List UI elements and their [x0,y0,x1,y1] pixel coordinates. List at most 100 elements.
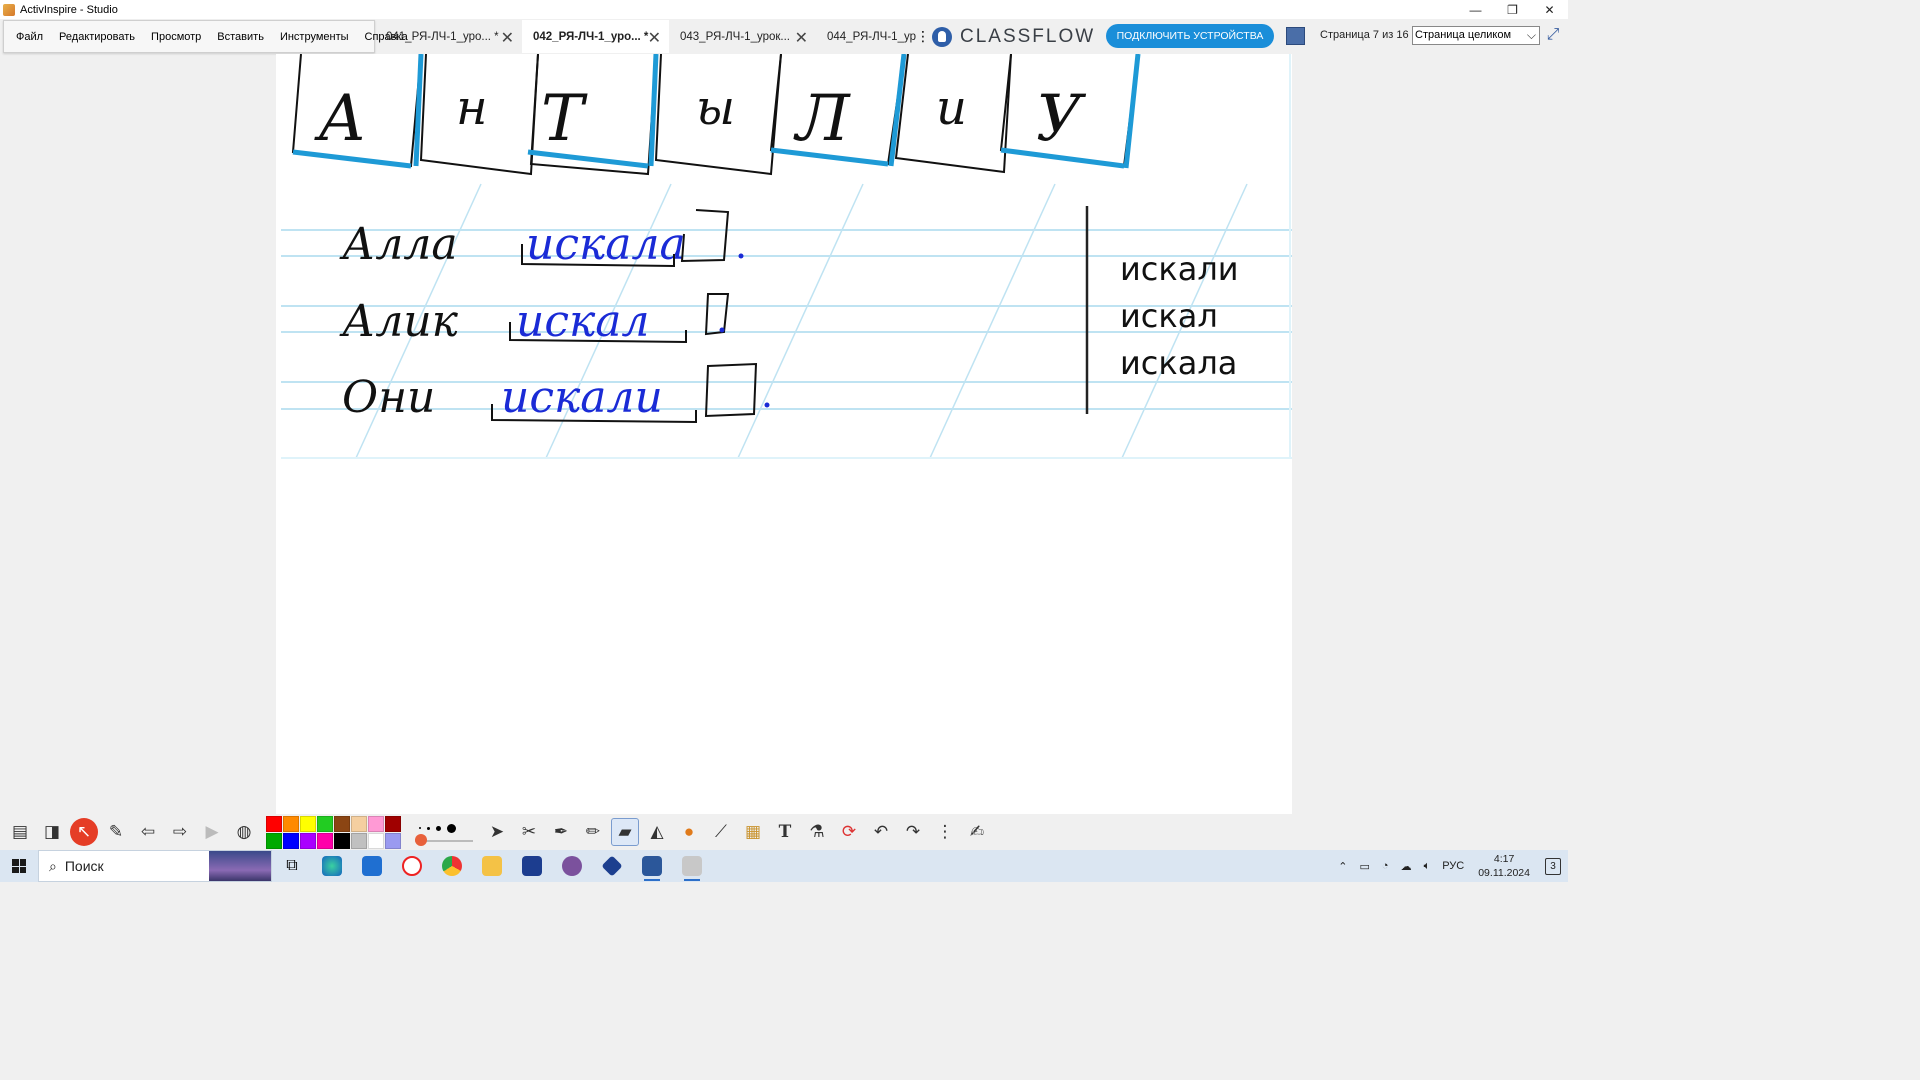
restore-button[interactable]: ❐ [1494,0,1531,19]
mute-icon[interactable]: ↖ [70,818,98,846]
color-swatch[interactable] [385,832,401,849]
tab-044[interactable]: 044_РЯ-ЛЧ-1_уро [816,20,916,53]
color-swatch[interactable] [266,832,282,849]
color-swatch[interactable] [368,832,384,849]
color-swatch[interactable] [317,832,333,849]
width-dot[interactable] [436,825,441,831]
resource-icon[interactable]: ▦ [739,818,767,846]
reset-icon[interactable]: ⟳ [835,818,863,846]
color-swatch[interactable] [351,832,367,849]
globe-icon[interactable]: ◍ [230,818,258,846]
tab-043[interactable]: 043_РЯ-ЛЧ-1_урок... ✕ [669,20,816,53]
notifications-icon[interactable]: 3 [1538,850,1568,882]
eraser-icon[interactable]: ▰ [611,818,639,846]
redo-icon[interactable]: ↷ [899,818,927,846]
color-swatch[interactable] [334,815,350,832]
menu-insert[interactable]: Вставить [209,31,272,43]
undo-icon[interactable]: ↶ [867,818,895,846]
classflow-logo: CLASSFLOW [932,20,1095,53]
pen-width-selector[interactable] [415,818,473,846]
tab-close-icon[interactable]: ✕ [795,28,808,48]
calendar-app-icon[interactable] [512,850,552,882]
search-placeholder: Поиск [64,858,104,874]
tray-chevron-icon[interactable]: ⌃ [1332,860,1353,873]
system-tray: ⌃ ▭ ◔ ☁ 🔈︎ РУС 4:17 09.11.2024 3 [1332,850,1568,882]
color-swatch[interactable] [385,815,401,832]
viber-icon[interactable] [552,850,592,882]
task-view-icon[interactable]: ⧉ [272,850,312,882]
language-indicator[interactable]: РУС [1436,860,1470,872]
fullscreen-icon[interactable]: ⤢ [1544,26,1562,44]
menu-view[interactable]: Просмотр [143,31,209,43]
menu-file[interactable]: Файл [8,31,51,43]
select-icon[interactable]: ➤ [483,818,511,846]
clock-time: 4:17 [1493,853,1515,865]
verb-3: искали [501,372,663,423]
page-sorter-icon[interactable] [1286,27,1305,45]
letter-3: Т [541,82,588,156]
highlighter-icon[interactable]: ✏ [579,818,607,846]
store-icon[interactable] [352,850,392,882]
dock-icon[interactable]: ✍ [963,818,991,846]
flipchart-canvas[interactable]: А н Т ы Л и У Алла искала Алик искал Они… [276,54,1292,814]
minimize-button[interactable]: — [1457,0,1494,19]
color-swatch[interactable] [351,815,367,832]
prev-page-icon[interactable]: ⇦ [134,818,162,846]
desktop-annotate-icon[interactable]: ✎ [102,818,130,846]
width-dot[interactable] [447,823,456,833]
tab-close-icon[interactable]: ✕ [501,28,514,48]
tools-icon[interactable]: ✂ [515,818,543,846]
width-dot[interactable] [427,826,430,830]
color-swatch[interactable] [283,815,299,832]
width-slider-knob[interactable] [415,834,427,846]
chrome-icon[interactable] [432,850,472,882]
zoom-select[interactable]: Страница целиком ⌵ [1412,26,1540,45]
volume-icon[interactable]: 🔈︎ [1418,860,1437,873]
tab-label: 044_РЯ-ЛЧ-1_уро [827,30,916,43]
menu-tools[interactable]: Инструменты [272,31,357,43]
more-icon[interactable]: ⋮ [931,818,959,846]
tab-042[interactable]: 042_РЯ-ЛЧ-1_уро... * ✕ [522,20,669,53]
color-swatch[interactable] [266,815,282,832]
cloud-icon[interactable]: ☁ [1395,860,1418,873]
close-button[interactable]: ✕ [1531,0,1568,19]
color-swatch[interactable] [283,832,299,849]
clock[interactable]: 4:17 09.11.2024 [1470,852,1538,880]
pen-icon[interactable]: ✒ [547,818,575,846]
edge-icon[interactable] [312,850,352,882]
file-explorer-icon[interactable] [472,850,512,882]
taskbar-search[interactable]: ⌕ Поиск [38,850,272,882]
fill-icon[interactable]: ◭ [643,818,671,846]
profile-icon[interactable]: ◨ [38,818,66,846]
yandex-browser-icon[interactable] [392,850,432,882]
tab-close-icon[interactable]: ✕ [648,28,661,48]
connect-devices-button[interactable]: ПОДКЛЮЧИТЬ УСТРОЙСТВА [1106,24,1274,48]
next-page-icon[interactable]: ⇨ [166,818,194,846]
color-swatch[interactable] [368,815,384,832]
color-swatch[interactable] [317,815,333,832]
clear-icon[interactable]: ⚗ [803,818,831,846]
menu-edit[interactable]: Редактировать [51,31,143,43]
color-swatch[interactable] [300,815,316,832]
shape-icon[interactable]: ● [675,818,703,846]
play-icon[interactable]: ▶ [198,818,226,846]
tab-041[interactable]: 041_РЯ-ЛЧ-1_уро... * ✕ [375,20,522,53]
color-swatch[interactable] [300,832,316,849]
display-icon[interactable]: ▭ [1354,860,1376,873]
flipchart-icon[interactable]: ▤ [6,818,34,846]
chevron-down-icon: ⌵ [1526,28,1536,42]
activinspire-icon [3,3,15,16]
text-icon[interactable]: T [771,818,799,846]
color-swatch[interactable] [334,832,350,849]
word-icon[interactable] [632,850,672,882]
menu-bar: Файл Редактировать Просмотр Вставить Инс… [3,20,408,53]
sentences: Алла искала Алик искал Они искали [339,219,686,423]
wifi-icon[interactable]: ◔ [1376,860,1395,872]
activinspire-taskbar-icon[interactable] [672,850,712,882]
width-dot[interactable] [419,827,421,829]
anydesk-icon[interactable] [592,850,632,882]
tab-overflow-icon[interactable]: ⋮ [916,20,930,53]
word-option: искала [1120,344,1238,382]
connector-icon[interactable]: ⟋ [707,818,735,846]
start-button[interactable] [0,850,38,882]
